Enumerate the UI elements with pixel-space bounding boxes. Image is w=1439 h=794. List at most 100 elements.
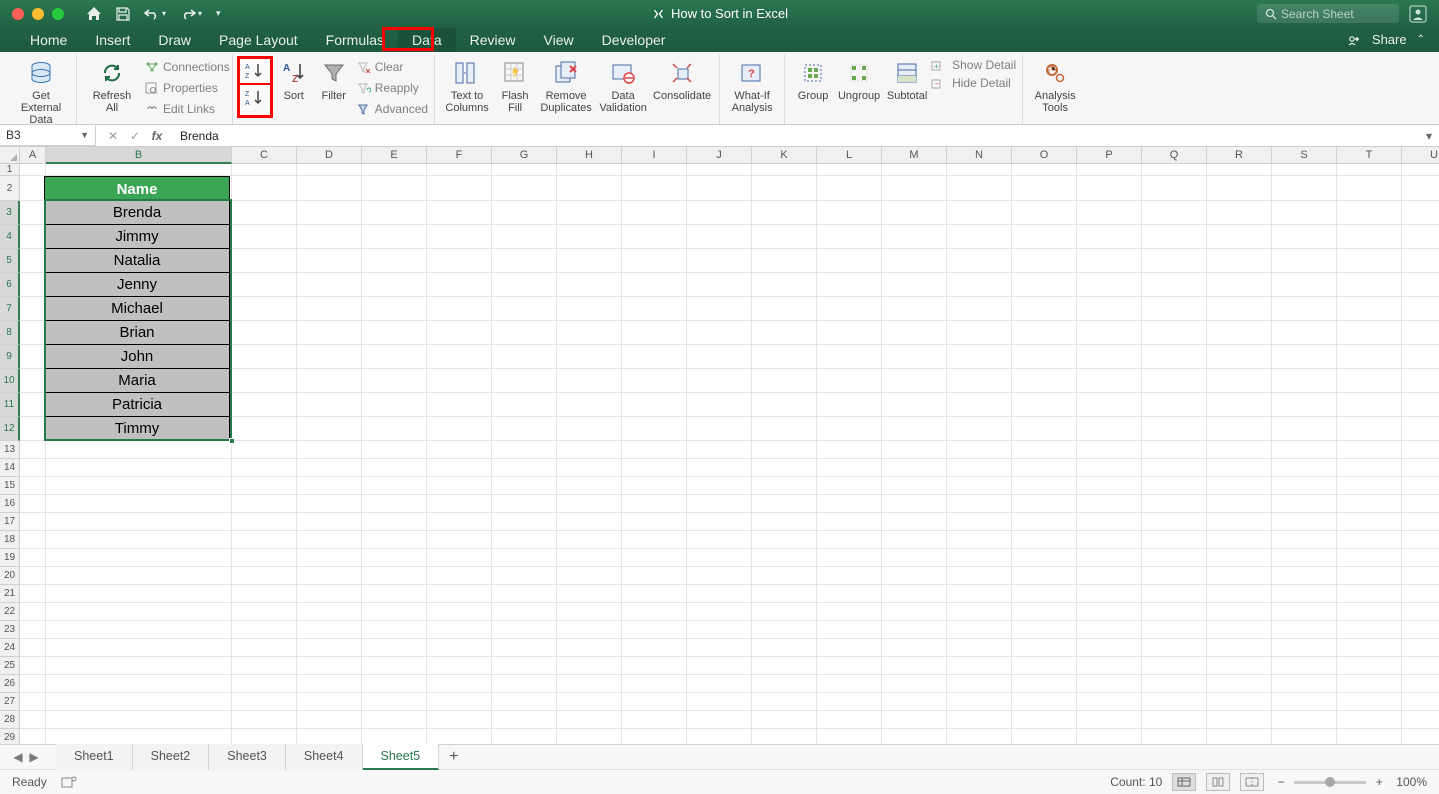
sort-button[interactable]: AZ Sort [275, 56, 313, 118]
column-header-C[interactable]: C [232, 147, 297, 164]
group-button[interactable]: Group [791, 56, 835, 102]
table-data-cell[interactable]: Brian [44, 321, 230, 345]
column-header-L[interactable]: L [817, 147, 882, 164]
user-account-icon[interactable] [1409, 5, 1427, 23]
sort-ascending-button[interactable]: AZ [240, 59, 270, 85]
column-header-K[interactable]: K [752, 147, 817, 164]
add-sheet-button[interactable]: + [439, 748, 468, 766]
column-header-P[interactable]: P [1077, 147, 1142, 164]
column-header-H[interactable]: H [557, 147, 622, 164]
table-data-cell[interactable]: Jenny [44, 273, 230, 297]
page-break-view-button[interactable] [1240, 773, 1264, 791]
subtotal-button[interactable]: Subtotal [883, 56, 931, 102]
table-data-cell[interactable]: Maria [44, 369, 230, 393]
ribbon-tab-review[interactable]: Review [456, 28, 530, 52]
row-header-1[interactable]: 1 [0, 164, 20, 176]
row-header-28[interactable]: 28 [0, 711, 20, 729]
ribbon-tab-formulas[interactable]: Formulas [312, 28, 398, 52]
spreadsheet-grid[interactable]: ABCDEFGHIJKLMNOPQRSTU 123456789101112131… [0, 147, 1439, 744]
table-data-cell[interactable]: Jimmy [44, 225, 230, 249]
column-header-J[interactable]: J [687, 147, 752, 164]
properties-button[interactable]: Properties [145, 79, 230, 97]
zoom-track[interactable] [1294, 781, 1366, 784]
zoom-slider[interactable]: − + [1274, 775, 1386, 789]
sheet-tab-sheet4[interactable]: Sheet4 [286, 744, 363, 770]
table-data-cell[interactable]: Brenda [44, 201, 230, 225]
collapse-ribbon-icon[interactable]: ⌃ [1417, 34, 1425, 45]
row-header-27[interactable]: 27 [0, 693, 20, 711]
name-box-dropdown-icon[interactable]: ▼ [80, 130, 89, 140]
macro-record-icon[interactable] [61, 775, 77, 789]
expand-formula-bar-button[interactable]: ▾ [1419, 129, 1439, 143]
row-header-16[interactable]: 16 [0, 495, 20, 513]
cancel-formula-button[interactable]: ✕ [104, 129, 122, 143]
row-header-26[interactable]: 26 [0, 675, 20, 693]
search-sheet[interactable] [1257, 4, 1399, 23]
refresh-all-button[interactable]: Refresh All [83, 56, 141, 118]
normal-view-button[interactable] [1172, 773, 1196, 791]
ribbon-tab-draw[interactable]: Draw [144, 28, 205, 52]
table-data-cell[interactable]: John [44, 345, 230, 369]
row-header-11[interactable]: 11 [0, 393, 20, 417]
row-header-20[interactable]: 20 [0, 567, 20, 585]
table-data-cell[interactable]: Timmy [44, 417, 230, 441]
sort-descending-button[interactable]: ZA [240, 85, 270, 111]
home-icon[interactable] [86, 7, 102, 21]
ribbon-tab-data[interactable]: Data [398, 28, 456, 52]
zoom-out-button[interactable]: − [1274, 775, 1288, 789]
row-header-3[interactable]: 3 [0, 201, 20, 225]
hide-detail-button[interactable]: −Hide Detail [931, 76, 1016, 90]
row-header-4[interactable]: 4 [0, 225, 20, 249]
ungroup-button[interactable]: Ungroup [835, 56, 883, 102]
column-header-I[interactable]: I [622, 147, 687, 164]
row-header-22[interactable]: 22 [0, 603, 20, 621]
zoom-thumb[interactable] [1325, 777, 1335, 787]
table-data-cell[interactable]: Michael [44, 297, 230, 321]
zoom-level[interactable]: 100% [1396, 775, 1427, 789]
column-header-N[interactable]: N [947, 147, 1012, 164]
row-header-5[interactable]: 5 [0, 249, 20, 273]
column-header-R[interactable]: R [1207, 147, 1272, 164]
row-header-10[interactable]: 10 [0, 369, 20, 393]
insert-function-button[interactable]: fx [148, 129, 166, 143]
remove-duplicates-button[interactable]: Remove Duplicates [537, 56, 595, 114]
row-header-23[interactable]: 23 [0, 621, 20, 639]
ribbon-tab-page-layout[interactable]: Page Layout [205, 28, 312, 52]
table-header-cell[interactable]: Name [44, 176, 230, 201]
customize-qat-icon[interactable]: ▾ [216, 8, 221, 19]
redo-icon[interactable]: ▾ [180, 8, 202, 20]
row-header-9[interactable]: 9 [0, 345, 20, 369]
row-header-7[interactable]: 7 [0, 297, 20, 321]
column-header-S[interactable]: S [1272, 147, 1337, 164]
clear-button[interactable]: Clear [357, 58, 428, 76]
row-header-24[interactable]: 24 [0, 639, 20, 657]
row-header-15[interactable]: 15 [0, 477, 20, 495]
sheet-tab-sheet5[interactable]: Sheet5 [363, 744, 440, 770]
minimize-window-button[interactable] [32, 8, 44, 20]
name-box[interactable]: B3▼ [0, 125, 96, 146]
select-all-corner[interactable] [0, 147, 20, 164]
consolidate-button[interactable]: Consolidate [651, 56, 713, 114]
row-header-29[interactable]: 29 [0, 729, 20, 744]
column-header-E[interactable]: E [362, 147, 427, 164]
row-header-13[interactable]: 13 [0, 441, 20, 459]
sheet-nav-prev-button[interactable]: ◀ [10, 750, 26, 764]
column-header-T[interactable]: T [1337, 147, 1402, 164]
sheet-tab-sheet1[interactable]: Sheet1 [56, 744, 133, 770]
filter-button[interactable]: Filter [315, 56, 353, 118]
column-header-G[interactable]: G [492, 147, 557, 164]
row-header-2[interactable]: 2 [0, 176, 20, 201]
row-header-17[interactable]: 17 [0, 513, 20, 531]
table-data-cell[interactable]: Natalia [44, 249, 230, 273]
column-header-A[interactable]: A [20, 147, 46, 164]
row-header-18[interactable]: 18 [0, 531, 20, 549]
column-header-D[interactable]: D [297, 147, 362, 164]
formula-input[interactable]: Brenda [174, 129, 1419, 143]
search-input[interactable] [1281, 7, 1391, 21]
save-icon[interactable] [116, 7, 130, 21]
what-if-analysis-button[interactable]: ?What-If Analysis [726, 56, 778, 114]
share-button[interactable]: Share [1372, 32, 1407, 47]
sheet-tab-sheet2[interactable]: Sheet2 [133, 744, 210, 770]
row-header-12[interactable]: 12 [0, 417, 20, 441]
connections-button[interactable]: Connections [145, 58, 230, 76]
